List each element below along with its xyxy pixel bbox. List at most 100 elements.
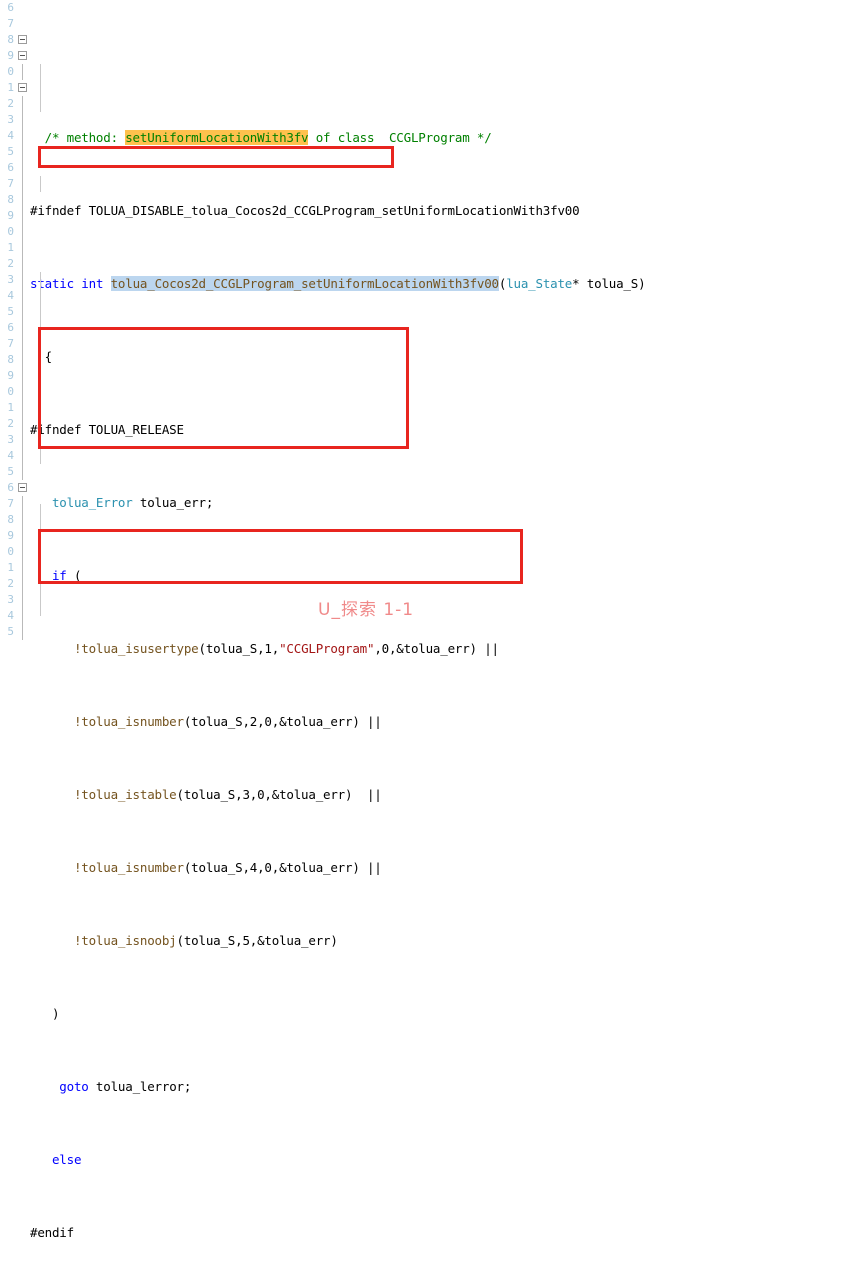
code-folding-column[interactable] bbox=[16, 0, 30, 640]
line-number: 7 bbox=[7, 497, 14, 510]
fold-row bbox=[16, 208, 30, 224]
fold-guide bbox=[22, 592, 23, 608]
fold-row bbox=[16, 176, 30, 192]
indent-guide bbox=[40, 584, 41, 616]
fold-row bbox=[16, 432, 30, 448]
line-number: 1 bbox=[7, 81, 14, 94]
fold-guide bbox=[22, 624, 23, 640]
indent-guide bbox=[40, 504, 41, 530]
fold-row bbox=[16, 64, 30, 80]
line-number: 8 bbox=[7, 353, 14, 366]
fold-row bbox=[16, 592, 30, 608]
code-line[interactable]: if ( bbox=[30, 568, 851, 584]
line-number: 6 bbox=[7, 481, 14, 494]
line-number: 4 bbox=[7, 129, 14, 142]
code-line[interactable]: else bbox=[30, 1152, 851, 1168]
code-line[interactable] bbox=[30, 57, 851, 73]
fold-guide bbox=[22, 496, 23, 512]
line-number: 5 bbox=[7, 625, 14, 638]
fold-guide bbox=[22, 208, 23, 224]
fold-row[interactable] bbox=[16, 80, 30, 96]
fold-row bbox=[16, 0, 30, 16]
fold-row bbox=[16, 240, 30, 256]
line-number: 2 bbox=[7, 577, 14, 590]
fold-guide bbox=[22, 368, 23, 384]
line-number: 6 bbox=[7, 161, 14, 174]
code-line[interactable]: /* method: setUniformLocationWith3fv of … bbox=[30, 130, 851, 146]
line-number: 3 bbox=[7, 433, 14, 446]
code-line[interactable]: ) bbox=[30, 1006, 851, 1022]
line-number: 3 bbox=[7, 593, 14, 606]
fold-collapse-icon[interactable] bbox=[18, 51, 27, 60]
code-line[interactable]: !tolua_istable(tolua_S,3,0,&tolua_err) |… bbox=[30, 787, 851, 803]
code-line[interactable]: !tolua_isnoobj(tolua_S,5,&tolua_err) bbox=[30, 933, 851, 949]
fold-guide bbox=[22, 608, 23, 624]
fold-row bbox=[16, 96, 30, 112]
fold-guide bbox=[22, 512, 23, 528]
fold-row[interactable] bbox=[16, 48, 30, 64]
fold-row bbox=[16, 512, 30, 528]
fold-row bbox=[16, 16, 30, 32]
fold-guide bbox=[22, 320, 23, 336]
code-line[interactable]: static int tolua_Cocos2d_CCGLProgram_set… bbox=[30, 276, 851, 292]
code-line[interactable]: #ifndef TOLUA_RELEASE bbox=[30, 422, 851, 438]
line-number: 0 bbox=[7, 545, 14, 558]
fold-collapse-icon[interactable] bbox=[18, 35, 27, 44]
line-number: 2 bbox=[7, 417, 14, 430]
code-line[interactable]: #ifndef TOLUA_DISABLE_tolua_Cocos2d_CCGL… bbox=[30, 203, 851, 219]
fold-row bbox=[16, 272, 30, 288]
code-line[interactable]: #endif bbox=[30, 1225, 851, 1241]
fold-guide bbox=[22, 352, 23, 368]
code-line[interactable]: goto tolua_lerror; bbox=[30, 1079, 851, 1095]
fold-row bbox=[16, 128, 30, 144]
fold-row bbox=[16, 608, 30, 624]
fold-guide bbox=[22, 160, 23, 176]
code-text-area[interactable]: /* method: setUniformLocationWith3fv of … bbox=[30, 0, 851, 1240]
code-line[interactable]: tolua_Error tolua_err; bbox=[30, 495, 851, 511]
fold-row bbox=[16, 384, 30, 400]
line-number: 9 bbox=[7, 49, 14, 62]
fold-guide bbox=[22, 464, 23, 480]
line-number: 7 bbox=[7, 17, 14, 30]
code-line[interactable]: { bbox=[30, 349, 851, 365]
fold-guide bbox=[22, 400, 23, 416]
fold-row[interactable] bbox=[16, 32, 30, 48]
line-number: 3 bbox=[7, 113, 14, 126]
line-number: 8 bbox=[7, 513, 14, 526]
fold-row bbox=[16, 368, 30, 384]
fold-guide bbox=[22, 64, 23, 80]
fold-row bbox=[16, 544, 30, 560]
fold-guide bbox=[22, 144, 23, 160]
code-line[interactable]: !tolua_isnumber(tolua_S,4,0,&tolua_err) … bbox=[30, 860, 851, 876]
fold-guide bbox=[22, 96, 23, 112]
line-number: 5 bbox=[7, 465, 14, 478]
fold-guide bbox=[22, 432, 23, 448]
fold-row bbox=[16, 352, 30, 368]
code-editor: 6 7 8 9 0 1 2 3 4 5 6 7 8 9 0 1 2 3 4 5 … bbox=[0, 0, 851, 1240]
line-number: 6 bbox=[7, 321, 14, 334]
line-number: 4 bbox=[7, 609, 14, 622]
fold-row bbox=[16, 192, 30, 208]
code-line[interactable]: !tolua_isusertype(tolua_S,1,"CCGLProgram… bbox=[30, 641, 851, 657]
indent-guide bbox=[40, 64, 41, 112]
fold-guide bbox=[22, 176, 23, 192]
fold-guide bbox=[22, 288, 23, 304]
fold-collapse-icon[interactable] bbox=[18, 483, 27, 492]
code-line[interactable]: !tolua_isnumber(tolua_S,2,0,&tolua_err) … bbox=[30, 714, 851, 730]
fold-row bbox=[16, 288, 30, 304]
line-number: 0 bbox=[7, 65, 14, 78]
fold-guide bbox=[22, 240, 23, 256]
fold-guide bbox=[22, 304, 23, 320]
fold-row bbox=[16, 416, 30, 432]
indent-guide bbox=[40, 272, 41, 328]
fold-collapse-icon[interactable] bbox=[18, 83, 27, 92]
fold-row bbox=[16, 336, 30, 352]
fold-row bbox=[16, 304, 30, 320]
symbol-selection: tolua_Cocos2d_CCGLProgram_setUniformLoca… bbox=[110, 276, 499, 291]
line-number: 1 bbox=[7, 561, 14, 574]
fold-row bbox=[16, 464, 30, 480]
line-number: 8 bbox=[7, 193, 14, 206]
fold-row[interactable] bbox=[16, 480, 30, 496]
line-number: 5 bbox=[7, 145, 14, 158]
line-number: 3 bbox=[7, 273, 14, 286]
